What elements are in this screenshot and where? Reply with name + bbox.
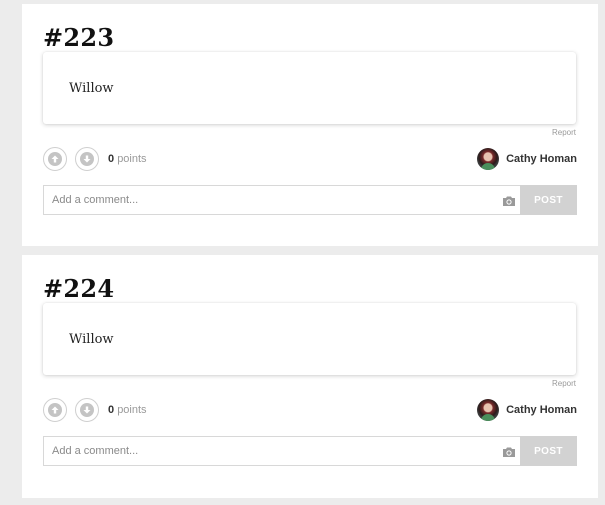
points-label: points (117, 404, 147, 416)
post-card: #223 Willow Report 0 points Cathy Homan … (22, 4, 598, 246)
author-name[interactable]: Cathy Homan (506, 153, 577, 165)
comment-input[interactable] (44, 186, 514, 214)
arrow-down-icon (80, 403, 94, 417)
arrow-up-icon (48, 152, 62, 166)
report-link[interactable]: Report (552, 379, 576, 388)
answer-text: Willow (69, 81, 114, 96)
post-number: #223 (43, 23, 115, 52)
downvote-button[interactable] (75, 147, 99, 171)
camera-icon[interactable] (502, 445, 516, 457)
upvote-button[interactable] (43, 398, 67, 422)
post-card: #224 Willow Report 0 points Cathy Homan … (22, 255, 598, 498)
camera-icon[interactable] (502, 194, 516, 206)
comment-form: POST (43, 185, 577, 215)
comment-form: POST (43, 436, 577, 466)
points-value: 0 (108, 404, 115, 416)
post-number: #224 (43, 274, 115, 303)
upvote-button[interactable] (43, 147, 67, 171)
arrow-up-icon (48, 403, 62, 417)
downvote-button[interactable] (75, 398, 99, 422)
avatar (477, 148, 500, 170)
post-button[interactable]: POST (520, 185, 577, 215)
arrow-down-icon (80, 152, 94, 166)
points-value: 0 (108, 153, 115, 165)
author-name[interactable]: Cathy Homan (506, 404, 577, 416)
answer-box: Willow (43, 303, 576, 375)
points-label: points (117, 153, 147, 165)
comment-input[interactable] (44, 437, 514, 465)
post-button[interactable]: POST (520, 436, 577, 466)
author-link[interactable]: Cathy Homan (477, 398, 577, 422)
points-count: 0 points (108, 404, 147, 416)
report-link[interactable]: Report (552, 128, 576, 137)
answer-text: Willow (69, 332, 114, 347)
answer-box: Willow (43, 52, 576, 124)
avatar (477, 399, 500, 421)
points-count: 0 points (108, 153, 147, 165)
author-link[interactable]: Cathy Homan (477, 147, 577, 171)
